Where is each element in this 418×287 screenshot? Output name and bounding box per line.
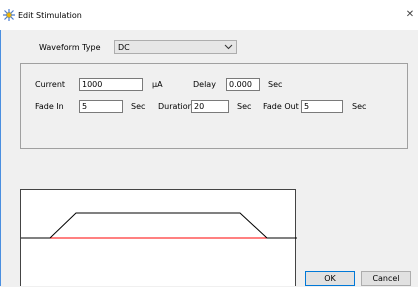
window-edge xyxy=(0,30,1,286)
chevron-down-icon xyxy=(224,44,233,50)
duration-label: Duration xyxy=(158,102,193,111)
waveform-type-value: DC xyxy=(118,43,130,52)
fade-in-unit: Sec xyxy=(131,102,146,111)
close-icon: ✕ xyxy=(405,9,415,20)
delay-unit: Sec xyxy=(268,80,283,89)
delay-label: Delay xyxy=(193,80,216,89)
waveform-type-select[interactable]: DC xyxy=(114,40,237,54)
stimulation-app-icon xyxy=(3,9,15,21)
duration-unit: Sec xyxy=(237,102,252,111)
waveform-preview xyxy=(20,189,297,286)
fade-in-field[interactable] xyxy=(79,100,123,113)
duration-field[interactable] xyxy=(191,100,229,113)
parameters-panel: Current μA Delay Sec Fade In Sec Duratio… xyxy=(20,63,408,149)
current-field[interactable] xyxy=(79,78,143,91)
fade-out-field[interactable] xyxy=(301,100,343,113)
close-button[interactable]: ✕ xyxy=(404,8,416,22)
fade-in-label: Fade In xyxy=(35,102,64,111)
waveform-trace xyxy=(21,212,297,239)
delay-field[interactable] xyxy=(226,78,260,91)
title-bar: Edit Stimulation ✕ xyxy=(0,0,418,30)
fade-out-unit: Sec xyxy=(352,102,367,111)
fade-out-label: Fade Out xyxy=(263,102,299,111)
current-label: Current xyxy=(35,80,66,89)
waveform-type-label: Waveform Type xyxy=(39,43,101,52)
current-unit: μA xyxy=(152,80,163,89)
cancel-button[interactable]: Cancel xyxy=(361,271,411,286)
window-title: Edit Stimulation xyxy=(18,11,82,20)
ok-button[interactable]: OK xyxy=(305,271,355,286)
